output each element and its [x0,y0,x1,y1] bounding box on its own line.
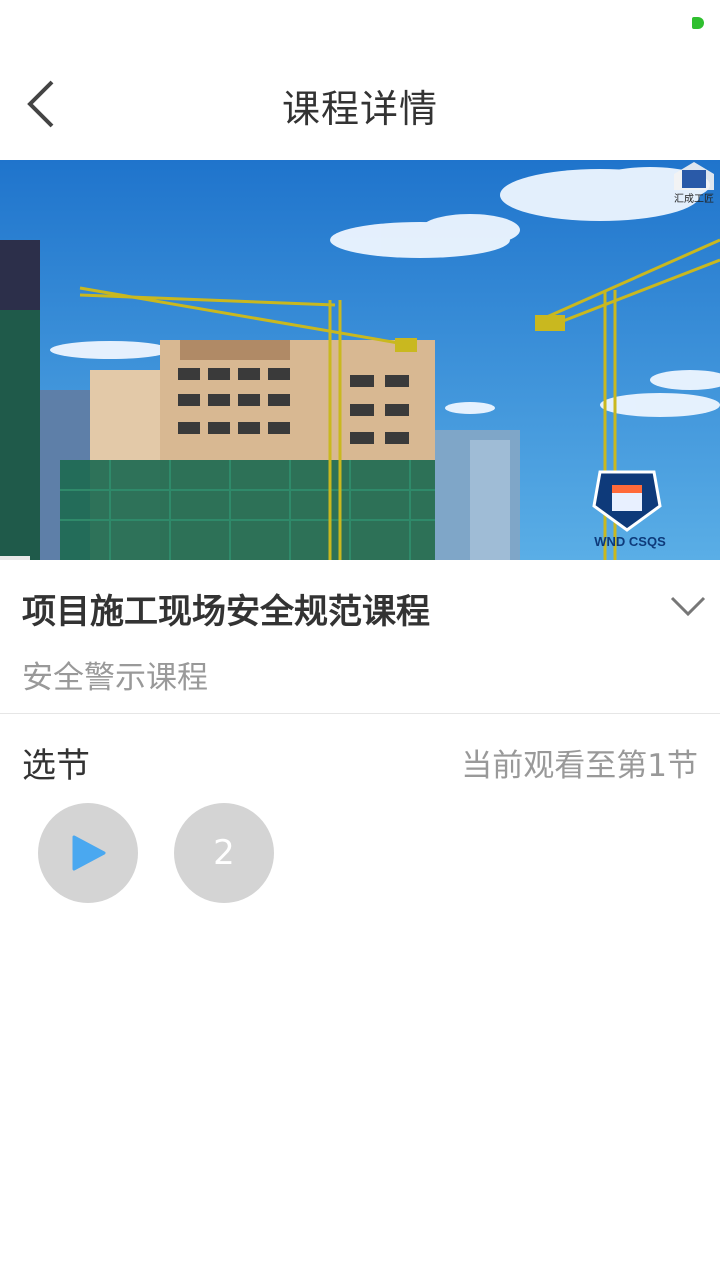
section-label: 选节 [22,746,90,786]
episode-button-2[interactable]: 2 [174,803,274,903]
play-icon [72,835,106,871]
page-title: 课程详情 [281,87,438,131]
divider [0,713,720,714]
watch-progress-text: 当前观看至第1节 [461,748,698,784]
episode-button-1[interactable] [38,803,138,903]
video-watermark: 汇成工匠 [674,192,714,205]
video-player[interactable]: 汇成工匠 WND CSQS [0,160,720,560]
video-logo-text: WND CSQS [594,534,666,549]
chevron-down-icon [670,596,706,617]
course-category: 安全警示课程 [22,660,208,696]
video-frame: 汇成工匠 WND CSQS [0,160,720,560]
video-progress-bar[interactable] [0,556,30,560]
battery-icon [692,17,704,29]
status-bar [0,0,720,48]
course-title: 项目施工现场安全规范课程 [22,592,430,632]
episode-number: 2 [213,833,235,873]
expand-button[interactable] [666,586,710,626]
navigation-bar: 课程详情 [0,48,720,160]
